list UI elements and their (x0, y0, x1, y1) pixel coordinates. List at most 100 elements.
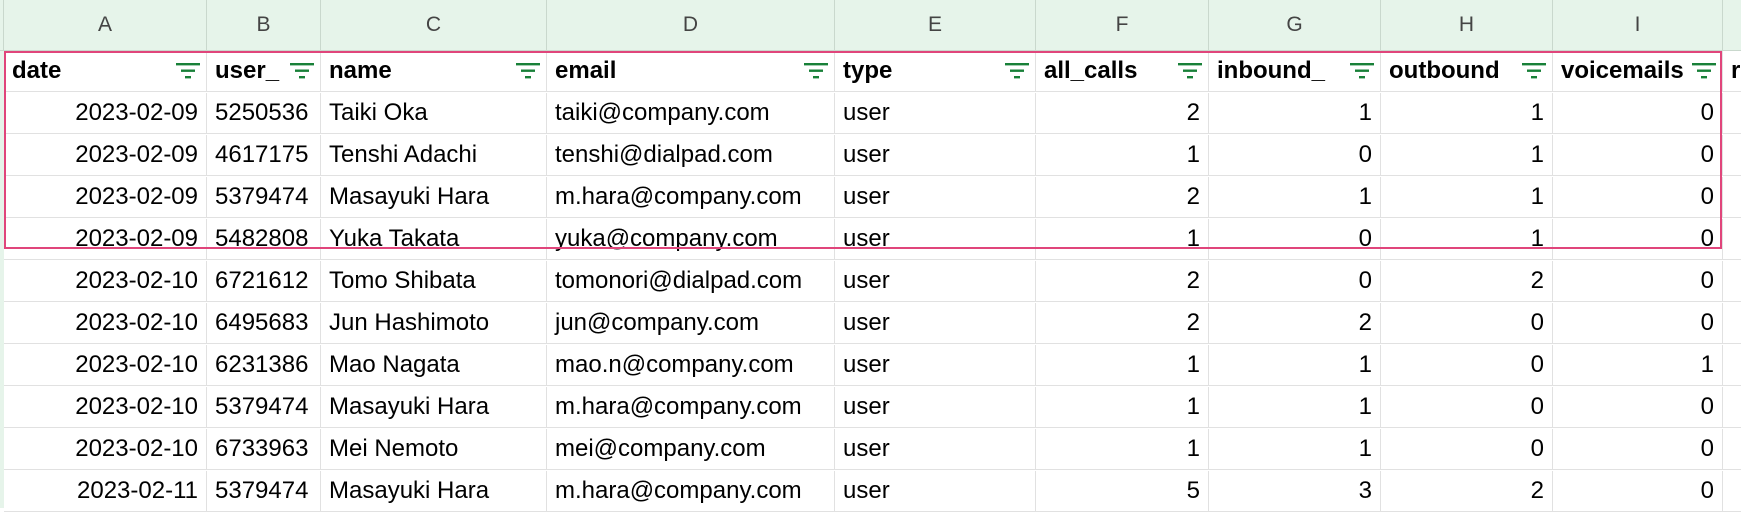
cell-b[interactable]: 6721612 (207, 261, 321, 302)
cell-a[interactable]: 2023-02-11 (4, 471, 207, 512)
cell-g[interactable]: 0 (1209, 135, 1381, 176)
filter-icon[interactable] (804, 62, 828, 80)
cell-next[interactable] (1723, 471, 1741, 512)
cell-i[interactable]: 0 (1553, 93, 1723, 134)
cell-d[interactable]: mei@company.com (547, 429, 835, 470)
cell-g[interactable]: 1 (1209, 429, 1381, 470)
cell-c[interactable]: Taiki Oka (321, 93, 547, 134)
cell-f[interactable]: 1 (1036, 219, 1209, 260)
cell-h[interactable]: 0 (1381, 429, 1553, 470)
cell-a[interactable]: 2023-02-09 (4, 177, 207, 218)
cell-c[interactable]: Masayuki Hara (321, 471, 547, 512)
cell-next[interactable] (1723, 429, 1741, 470)
header-cell-e[interactable]: type (835, 51, 1036, 92)
cell-d[interactable]: m.hara@company.com (547, 177, 835, 218)
column-letter-b[interactable]: B (207, 0, 321, 51)
cell-next[interactable] (1723, 93, 1741, 134)
cell-a[interactable]: 2023-02-10 (4, 429, 207, 470)
cell-g[interactable]: 1 (1209, 177, 1381, 218)
cell-g[interactable]: 2 (1209, 303, 1381, 344)
cell-next[interactable] (1723, 303, 1741, 344)
cell-d[interactable]: tomonori@dialpad.com (547, 261, 835, 302)
cell-next[interactable] (1723, 387, 1741, 428)
cell-i[interactable]: 0 (1553, 471, 1723, 512)
cell-d[interactable]: tenshi@dialpad.com (547, 135, 835, 176)
cell-next[interactable] (1723, 261, 1741, 302)
cell-b[interactable]: 5379474 (207, 387, 321, 428)
column-letter-d[interactable]: D (547, 0, 835, 51)
filter-icon[interactable] (1178, 62, 1202, 80)
cell-g[interactable]: 1 (1209, 345, 1381, 386)
cell-c[interactable]: Mao Nagata (321, 345, 547, 386)
filter-icon[interactable] (1692, 62, 1716, 80)
cell-e[interactable]: user (835, 261, 1036, 302)
cell-g[interactable]: 3 (1209, 471, 1381, 512)
cell-e[interactable]: user (835, 303, 1036, 344)
cell-i[interactable]: 0 (1553, 261, 1723, 302)
cell-i[interactable]: 0 (1553, 177, 1723, 218)
cell-h[interactable]: 0 (1381, 345, 1553, 386)
filter-icon[interactable] (1005, 62, 1029, 80)
cell-c[interactable]: Masayuki Hara (321, 387, 547, 428)
cell-b[interactable]: 5482808 (207, 219, 321, 260)
cell-f[interactable]: 2 (1036, 177, 1209, 218)
cell-c[interactable]: Masayuki Hara (321, 177, 547, 218)
cell-e[interactable]: user (835, 345, 1036, 386)
cell-c[interactable]: Tomo Shibata (321, 261, 547, 302)
cell-c[interactable]: Mei Nemoto (321, 429, 547, 470)
column-letter-c[interactable]: C (321, 0, 547, 51)
header-cell-i[interactable]: voicemails (1553, 51, 1723, 92)
cell-d[interactable]: m.hara@company.com (547, 387, 835, 428)
cell-b[interactable]: 6733963 (207, 429, 321, 470)
filter-icon[interactable] (1350, 62, 1374, 80)
filter-icon[interactable] (176, 62, 200, 80)
cell-b[interactable]: 5379474 (207, 177, 321, 218)
cell-h[interactable]: 2 (1381, 471, 1553, 512)
cell-h[interactable]: 1 (1381, 219, 1553, 260)
cell-a[interactable]: 2023-02-10 (4, 387, 207, 428)
cell-f[interactable]: 5 (1036, 471, 1209, 512)
cell-f[interactable]: 1 (1036, 429, 1209, 470)
header-cell-c[interactable]: name (321, 51, 547, 92)
cell-f[interactable]: 2 (1036, 261, 1209, 302)
cell-d[interactable]: mao.n@company.com (547, 345, 835, 386)
cell-e[interactable]: user (835, 93, 1036, 134)
filter-icon[interactable] (516, 62, 540, 80)
filter-icon[interactable] (1522, 62, 1546, 80)
cell-g[interactable]: 1 (1209, 93, 1381, 134)
column-letter-h[interactable]: H (1381, 0, 1553, 51)
cell-b[interactable]: 6495683 (207, 303, 321, 344)
cell-e[interactable]: user (835, 387, 1036, 428)
cell-i[interactable]: 0 (1553, 135, 1723, 176)
cell-i[interactable]: 1 (1553, 345, 1723, 386)
cell-i[interactable]: 0 (1553, 219, 1723, 260)
cell-h[interactable]: 0 (1381, 387, 1553, 428)
cell-b[interactable]: 4617175 (207, 135, 321, 176)
cell-h[interactable]: 1 (1381, 93, 1553, 134)
header-cell-g[interactable]: inbound_ (1209, 51, 1381, 92)
cell-a[interactable]: 2023-02-10 (4, 345, 207, 386)
cell-a[interactable]: 2023-02-10 (4, 261, 207, 302)
cell-e[interactable]: user (835, 219, 1036, 260)
cell-h[interactable]: 1 (1381, 135, 1553, 176)
cell-a[interactable]: 2023-02-09 (4, 135, 207, 176)
cell-a[interactable]: 2023-02-09 (4, 93, 207, 134)
cell-c[interactable]: Tenshi Adachi (321, 135, 547, 176)
cell-next[interactable] (1723, 135, 1741, 176)
column-letter-a[interactable]: A (4, 0, 207, 51)
cell-d[interactable]: m.hara@company.com (547, 471, 835, 512)
column-letter-f[interactable]: F (1036, 0, 1209, 51)
cell-b[interactable]: 5379474 (207, 471, 321, 512)
cell-i[interactable]: 0 (1553, 429, 1723, 470)
cell-i[interactable]: 0 (1553, 303, 1723, 344)
cell-next[interactable] (1723, 177, 1741, 218)
cell-c[interactable]: Jun Hashimoto (321, 303, 547, 344)
header-cell-next[interactable]: r (1723, 51, 1741, 92)
filter-icon[interactable] (290, 62, 314, 80)
column-letter-next[interactable] (1723, 0, 1741, 51)
cell-f[interactable]: 1 (1036, 345, 1209, 386)
cell-f[interactable]: 1 (1036, 387, 1209, 428)
cell-h[interactable]: 0 (1381, 303, 1553, 344)
column-letter-e[interactable]: E (835, 0, 1036, 51)
header-cell-a[interactable]: date (4, 51, 207, 92)
